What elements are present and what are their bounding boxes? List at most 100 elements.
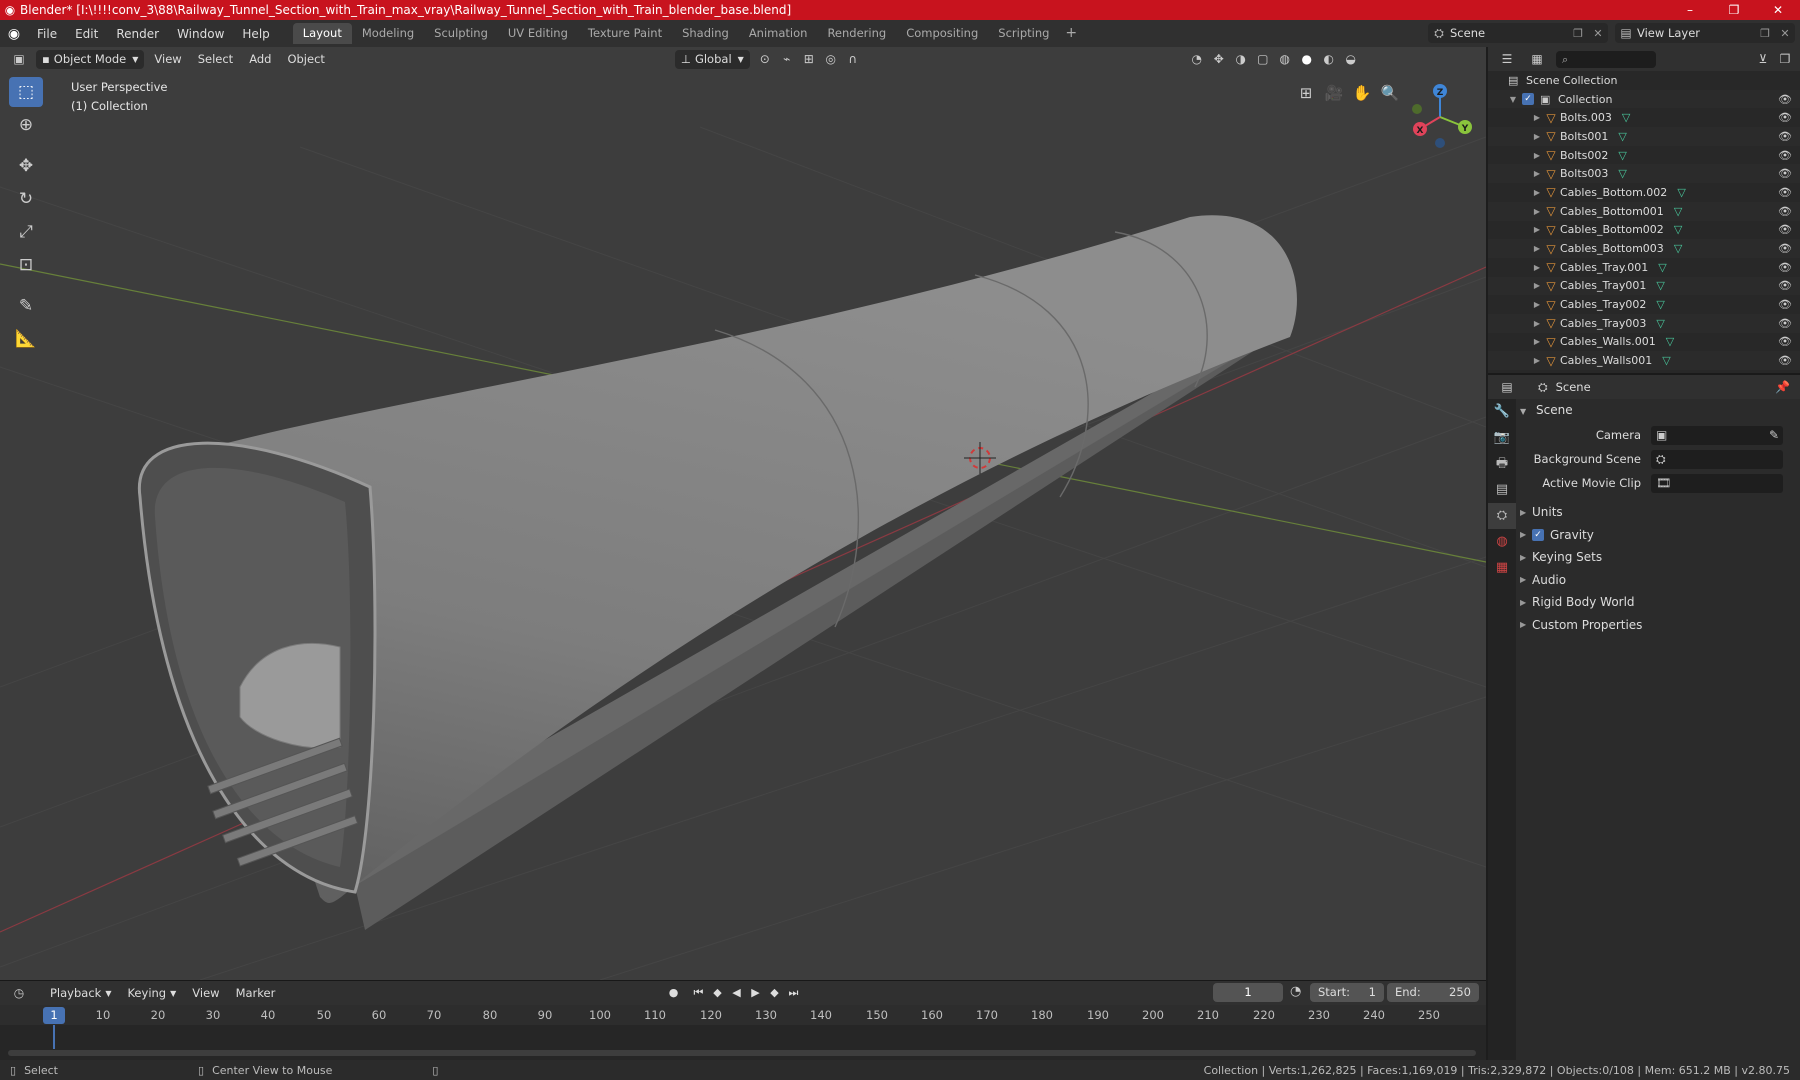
background-scene-field[interactable]: ⛭ (1651, 449, 1783, 469)
timeline-track-area[interactable] (0, 1025, 1486, 1061)
close-button[interactable]: ✕ (1756, 0, 1800, 20)
tab-shading[interactable]: Shading (672, 23, 739, 44)
expand-arrow-icon[interactable]: ▶ (1532, 132, 1542, 141)
mesh-data-icon[interactable]: ▽ (1677, 186, 1685, 199)
annotate-tool[interactable]: ✎ (9, 291, 43, 321)
mesh-data-icon[interactable]: ▽ (1674, 223, 1682, 236)
menu-render[interactable]: Render (107, 27, 168, 41)
timeline-ruler[interactable]: 1 10 20 30 40 50 60 70 80 90 100 110 120… (0, 1005, 1486, 1025)
eye-icon[interactable]: 👁 (1778, 317, 1792, 330)
eye-icon[interactable]: 👁 (1778, 242, 1792, 255)
scale-tool[interactable]: ⤢ (9, 217, 43, 247)
outliner-search-input[interactable]: ⌕ (1556, 50, 1656, 68)
list-item[interactable]: ▶ ▽ Cables_Bottom002 ▽ 👁 (1488, 221, 1800, 240)
tab-sculpting[interactable]: Sculpting (424, 23, 498, 44)
cursor-tool[interactable]: ⊕ (9, 110, 43, 140)
tab-scripting[interactable]: Scripting (988, 23, 1059, 44)
expand-arrow-icon[interactable]: ▶ (1532, 281, 1542, 290)
camera-view-icon[interactable]: 🎥 (1320, 79, 1348, 107)
mesh-data-icon[interactable]: ▽ (1656, 279, 1664, 292)
navigation-gizmo[interactable]: Z Y X (1400, 77, 1480, 157)
snap-target-icon[interactable]: ⊞ (798, 50, 820, 69)
prev-keyframe-icon[interactable]: ◆ (708, 983, 727, 1002)
timeline-scrollbar[interactable] (8, 1050, 1476, 1056)
rotate-tool[interactable]: ↻ (9, 184, 43, 214)
mesh-data-icon[interactable]: ▽ (1674, 242, 1682, 255)
transform-tool[interactable]: ⊡ (9, 250, 43, 280)
mesh-data-icon[interactable]: ▽ (1618, 149, 1626, 162)
collection-row[interactable]: ▼ ✓ ▣ Collection 👁 (1488, 89, 1800, 109)
keying-sets-panel[interactable]: ▶ Keying Sets (1516, 546, 1800, 569)
proportional-edit-icon[interactable]: ◎ (820, 50, 842, 69)
menu-window[interactable]: Window (168, 27, 233, 41)
eye-icon[interactable]: 👁 (1778, 186, 1792, 199)
list-item[interactable]: ▶ ▽ Cables_Tray003 ▽ 👁 (1488, 313, 1800, 333)
expand-arrow-icon[interactable]: ▼ (1508, 95, 1518, 104)
expand-arrow-icon[interactable]: ▶ (1532, 151, 1542, 160)
jump-start-icon[interactable]: ⏮ (689, 983, 708, 1002)
eye-icon[interactable]: 👁 (1778, 261, 1792, 274)
viewport-menu-view[interactable]: View (148, 50, 187, 69)
play-icon[interactable]: ▶ (746, 983, 765, 1002)
expand-arrow-icon[interactable]: ▶ (1532, 319, 1542, 328)
menu-file[interactable]: File (28, 27, 66, 41)
tab-animation[interactable]: Animation (739, 23, 818, 44)
timeline-editor-type-icon[interactable]: ◷ (8, 984, 30, 1003)
next-keyframe-icon[interactable]: ◆ (765, 983, 784, 1002)
eye-icon[interactable]: 👁 (1778, 354, 1792, 367)
collection-checkbox[interactable]: ✓ (1522, 93, 1534, 106)
scene-collection-row[interactable]: ▤ Scene Collection (1488, 71, 1800, 90)
list-item[interactable]: ▶ ▽ Bolts.003 ▽ 👁 (1488, 108, 1800, 127)
filter-icon[interactable]: ⊻ (1752, 50, 1774, 69)
list-item[interactable]: ▶ ▽ Bolts003 ▽ 👁 (1488, 164, 1800, 184)
eye-icon[interactable]: 👁 (1778, 130, 1792, 143)
tab-modeling[interactable]: Modeling (352, 23, 424, 44)
record-icon[interactable]: ● (664, 983, 683, 1002)
falloff-icon[interactable]: ∩ (842, 50, 864, 69)
scene-panel-header[interactable]: ▼ Scene (1516, 399, 1800, 421)
texture-tab-icon[interactable]: ▦ (1488, 555, 1516, 581)
new-scene-icon[interactable]: ❐ (1568, 27, 1588, 40)
timeline-menu-marker[interactable]: Marker (230, 984, 282, 1003)
eyedropper-icon[interactable]: ✎ (1769, 428, 1779, 442)
solid-shading-icon[interactable]: ● (1296, 50, 1318, 69)
timeline-menu-view[interactable]: View (186, 984, 225, 1003)
visibility-filter-icon[interactable]: ◔ (1186, 50, 1208, 69)
list-item[interactable]: ▶ ▽ Cables_Tray.001 ▽ 👁 (1488, 258, 1800, 277)
eye-icon[interactable]: 👁 (1778, 149, 1792, 162)
expand-arrow-icon[interactable]: ▶ (1532, 263, 1542, 272)
outliner-editor-type-icon[interactable]: ☰ (1496, 50, 1518, 69)
expand-arrow-icon[interactable]: ▶ (1532, 244, 1542, 253)
list-item[interactable]: ▶ ▽ Bolts001 ▽ 👁 (1488, 127, 1800, 146)
select-box-tool[interactable]: ⬚ (9, 77, 43, 107)
overlay-toggle-icon[interactable]: ◑ (1230, 50, 1252, 69)
menu-help[interactable]: Help (233, 27, 278, 41)
editor-type-icon[interactable]: ▣ (8, 50, 30, 69)
list-item[interactable]: ▶ ▽ Cables_Bottom.002 ▽ 👁 (1488, 183, 1800, 202)
world-tab-icon[interactable]: ◍ (1488, 529, 1516, 555)
menu-edit[interactable]: Edit (66, 27, 107, 41)
tab-texture-paint[interactable]: Texture Paint (578, 23, 672, 44)
list-item[interactable]: ▶ ▽ Cables_Tray001 ▽ 👁 (1488, 276, 1800, 296)
viewport-menu-object[interactable]: Object (281, 50, 330, 69)
mesh-data-icon[interactable]: ▽ (1666, 335, 1674, 348)
gravity-checkbox[interactable]: ✓ (1532, 528, 1544, 541)
viewport-menu-add[interactable]: Add (243, 50, 277, 69)
output-tab-icon[interactable]: 🖶 (1488, 451, 1516, 477)
mesh-data-icon[interactable]: ▽ (1662, 354, 1670, 367)
material-shading-icon[interactable]: ◐ (1318, 50, 1340, 69)
eye-icon[interactable]: 👁 (1778, 167, 1792, 180)
list-item[interactable]: ▶ ▽ Cables_Bottom001 ▽ 👁 (1488, 201, 1800, 221)
blender-menu-icon[interactable]: ◉ (0, 26, 28, 42)
move-tool[interactable]: ✥ (9, 151, 43, 181)
rendered-shading-icon[interactable]: ◒ (1340, 50, 1362, 69)
object-mode-dropdown[interactable]: ▪ Object Mode ▼ (36, 49, 145, 69)
mesh-data-icon[interactable]: ▽ (1618, 167, 1626, 180)
expand-arrow-icon[interactable]: ▶ (1532, 356, 1542, 365)
playhead[interactable]: 1 (43, 1007, 65, 1024)
viewport-menu-select[interactable]: Select (192, 50, 239, 69)
eye-icon[interactable]: 👁 (1778, 205, 1792, 218)
maximize-button[interactable]: ❐ (1712, 0, 1756, 20)
mesh-data-icon[interactable]: ▽ (1622, 111, 1630, 124)
eye-icon[interactable]: 👁 (1778, 335, 1792, 348)
